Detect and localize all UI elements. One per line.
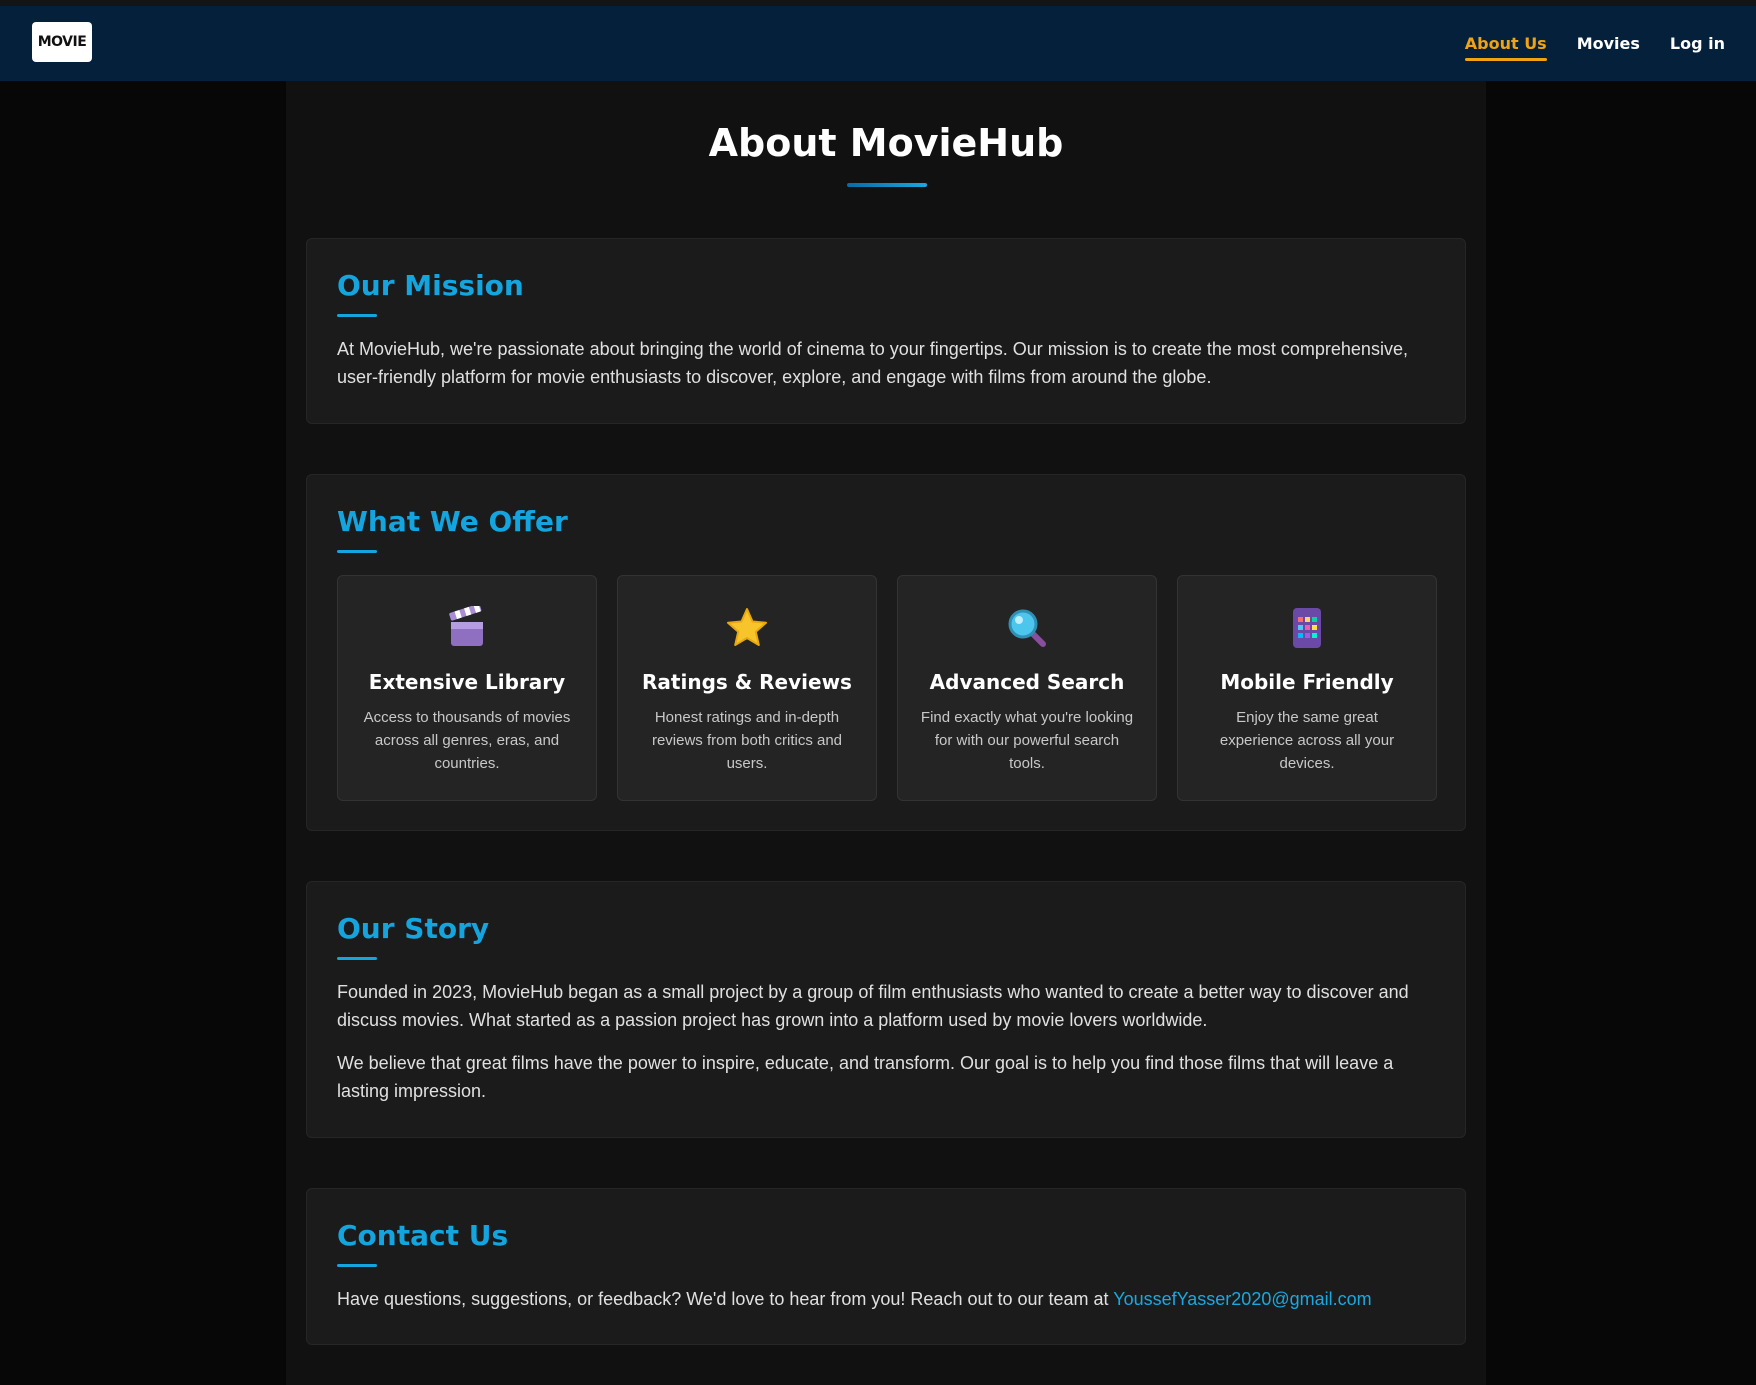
offer-item-title: Advanced Search — [929, 670, 1125, 694]
mission-text: At MovieHub, we're passionate about brin… — [337, 339, 1408, 387]
offer-card: What We Offer Extensive Library Access t… — [306, 474, 1466, 831]
contact-heading: Contact Us — [337, 1219, 509, 1252]
contact-card: Contact Us Have questions, suggestions, … — [306, 1188, 1466, 1345]
nav-movies[interactable]: Movies — [1577, 26, 1640, 61]
logo: MOVIE — [37, 34, 87, 50]
story-heading-underline — [337, 957, 377, 960]
contact-text: Have questions, suggestions, or feedback… — [337, 1289, 1114, 1309]
offer-item-extensive-library: Extensive Library Access to thousands of… — [337, 575, 597, 801]
nav-about-us[interactable]: About Us — [1464, 26, 1547, 61]
mission-heading-underline — [337, 314, 377, 317]
story-paragraph-1: Founded in 2023, MovieHub began as a sma… — [337, 982, 1409, 1030]
page-title: About MovieHub — [708, 121, 1064, 165]
navbar: MOVIE About Us Movies Log in — [0, 6, 1756, 81]
offer-item-advanced-search: Advanced Search Find exactly what you're… — [897, 575, 1157, 801]
main-content: About MovieHub Our Mission At MovieHub, … — [286, 81, 1486, 1385]
offer-item-mobile-friendly: Mobile Friendly Enjoy the same great exp… — [1177, 575, 1437, 801]
magnifier-icon — [898, 606, 1156, 650]
offer-item-title: Mobile Friendly — [1220, 670, 1394, 694]
offer-item-desc: Find exactly what you're looking for wit… — [920, 709, 1134, 772]
mission-card: Our Mission At MovieHub, we're passionat… — [306, 238, 1466, 424]
mobile-phone-icon — [1178, 606, 1436, 650]
offer-heading-underline — [337, 550, 377, 553]
star-icon — [618, 606, 876, 650]
story-card: Our Story Founded in 2023, MovieHub bega… — [306, 881, 1466, 1138]
title-underline — [847, 183, 927, 187]
offer-heading: What We Offer — [337, 505, 568, 538]
story-heading: Our Story — [337, 912, 490, 945]
contact-heading-underline — [337, 1264, 377, 1267]
mission-heading: Our Mission — [337, 269, 524, 302]
offer-item-desc: Honest ratings and in-depth reviews from… — [651, 709, 843, 772]
logo-link[interactable]: MOVIE — [32, 22, 92, 62]
nav-links: About Us Movies Log in — [1464, 6, 1725, 81]
offer-item-desc: Access to thousands of movies across all… — [363, 709, 571, 772]
offer-item-ratings-reviews: Ratings & Reviews Honest ratings and in-… — [617, 575, 877, 801]
contact-text-block: Have questions, suggestions, or feedback… — [337, 1285, 1447, 1313]
contact-email-link[interactable]: YoussefYasser2020@gmail.com — [1113, 1289, 1371, 1309]
clapperboard-icon — [338, 606, 596, 650]
nav-log-in[interactable]: Log in — [1670, 26, 1725, 61]
offer-item-desc: Enjoy the same great experience across a… — [1219, 709, 1395, 772]
story-paragraph-2: We believe that great films have the pow… — [337, 1053, 1394, 1101]
offer-item-title: Extensive Library — [368, 670, 566, 694]
offer-item-title: Ratings & Reviews — [642, 670, 852, 694]
